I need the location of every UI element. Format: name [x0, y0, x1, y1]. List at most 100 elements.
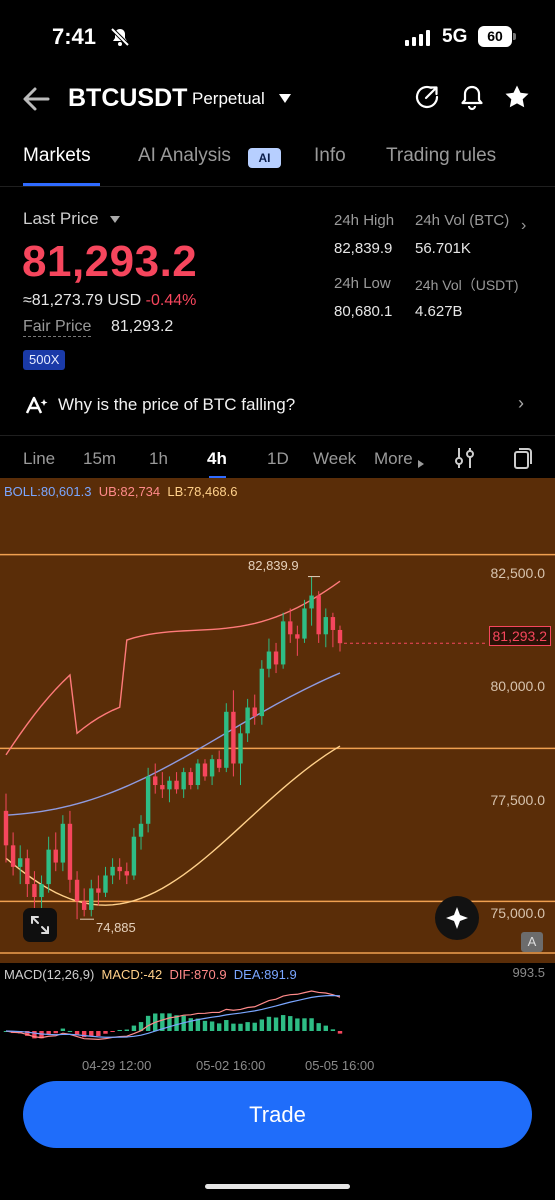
macd-histogram-bar: [209, 1021, 215, 1031]
x-tick-label: 04-29 12:00: [82, 1058, 152, 1073]
candle-body: [288, 621, 293, 635]
candle-body: [330, 617, 336, 630]
boll-lb: LB:78,468.6: [167, 484, 238, 499]
candle-body: [188, 772, 193, 786]
candle-body: [96, 888, 101, 893]
active-tab-indicator: [23, 183, 100, 186]
tab-trading-rules[interactable]: Trading rules: [386, 145, 496, 167]
back-arrow-icon[interactable]: [20, 83, 52, 120]
tab-info[interactable]: Info: [314, 145, 346, 167]
status-time: 7:41: [52, 24, 97, 49]
candle-body: [117, 866, 122, 872]
macd-histogram-bar: [67, 1030, 73, 1032]
macd-histogram-bar: [53, 1031, 58, 1034]
interval-week[interactable]: Week: [313, 449, 356, 469]
bell-icon[interactable]: [458, 83, 486, 116]
boll-value: BOLL:80,601.3: [4, 484, 92, 499]
macd-params: MACD(12,26,9): [4, 967, 95, 982]
candle-body: [74, 879, 80, 902]
interval-line[interactable]: Line: [23, 449, 55, 469]
high-value: 82,839.9: [334, 240, 393, 257]
candle-body: [316, 595, 321, 635]
price-insight-row[interactable]: Why is the price of BTC falling? ›: [0, 385, 555, 427]
y-tick-label: 80,000.0: [490, 678, 546, 694]
candle-body: [337, 629, 343, 644]
tab-ai-analysis[interactable]: AI Analysis: [138, 145, 231, 167]
change-percent: -0.44%: [145, 292, 197, 309]
candle-body: [309, 595, 314, 609]
symbol-dropdown-icon[interactable]: [279, 94, 291, 103]
candle-body: [202, 763, 208, 777]
candle-body: [280, 621, 286, 665]
bell-off-icon: [110, 27, 130, 52]
home-indicator: [205, 1184, 350, 1189]
candle-body: [295, 634, 300, 639]
candle-body: [231, 711, 236, 764]
interval-more[interactable]: More: [374, 449, 413, 469]
macd-panel[interactable]: MACD(12,26,9) MACD:-42 DIF:870.9 DEA:891…: [0, 963, 555, 1073]
high-label: 24h High: [334, 212, 395, 229]
high-annotation: 82,839.9: [248, 558, 299, 573]
candle-body: [273, 651, 279, 665]
candlestick-chart[interactable]: BOLL:80,601.3 UB:82,734 LB:78,468.6 82,5…: [0, 478, 555, 963]
boll-mid-line: [5, 672, 341, 816]
top-nav: BTCUSDT Perpetual: [0, 75, 555, 123]
contract-type[interactable]: Perpetual: [192, 89, 265, 109]
candlestick-chart-svg[interactable]: [0, 478, 555, 963]
macd-histogram-bar: [295, 1018, 300, 1031]
interval-1h[interactable]: 1h: [149, 449, 168, 469]
candle-body: [216, 759, 222, 768]
candle-body: [138, 823, 144, 837]
auto-scale-badge[interactable]: A: [521, 932, 543, 952]
boll-legend: BOLL:80,601.3 UB:82,734 LB:78,468.6: [4, 484, 238, 499]
copy-icon[interactable]: [512, 446, 534, 475]
vol-btc-label[interactable]: 24h Vol (BTC): [415, 212, 509, 229]
candle-body: [46, 849, 51, 885]
chevron-right-icon[interactable]: ›: [518, 393, 524, 414]
candle-body: [25, 858, 30, 885]
macd-histogram-bar: [309, 1018, 314, 1031]
macd-histogram-bar: [110, 1031, 115, 1032]
candle-body: [266, 651, 272, 669]
interval-1d[interactable]: 1D: [267, 449, 289, 469]
macd-histogram-bar: [202, 1020, 208, 1031]
volume-chevron-icon[interactable]: ›: [521, 217, 526, 235]
expand-icon: [31, 916, 49, 934]
last-price-label[interactable]: Last Price: [23, 209, 99, 229]
signal-icon: [405, 30, 430, 46]
current-price-tag: 81,293.2: [488, 626, 551, 646]
star-icon[interactable]: [503, 83, 531, 116]
fair-price-label[interactable]: Fair Price: [23, 318, 92, 337]
trade-button[interactable]: Trade: [23, 1081, 532, 1148]
x-tick-label: 05-02 16:00: [196, 1058, 266, 1073]
candle-body: [110, 866, 115, 876]
boll-upper-line: [5, 580, 341, 756]
ai-assist-button[interactable]: [435, 896, 479, 940]
candle-body: [60, 823, 66, 863]
candle-body: [67, 823, 73, 880]
candle-body: [3, 810, 9, 846]
insight-question[interactable]: Why is the price of BTC falling?: [58, 395, 295, 415]
indicator-settings-icon[interactable]: [454, 446, 476, 475]
symbol-title[interactable]: BTCUSDT: [68, 84, 187, 113]
macd-histogram-bar: [238, 1023, 243, 1031]
macd-histogram-bar: [330, 1029, 336, 1031]
share-icon[interactable]: [413, 83, 441, 116]
interval-4h[interactable]: 4h: [207, 449, 227, 469]
macd-histogram-bar: [96, 1031, 101, 1036]
dif-value: DIF:870.9: [169, 967, 227, 982]
boll-lower-line: [5, 745, 341, 906]
macd-histogram-bar: [316, 1023, 321, 1031]
low-value: 80,680.1: [334, 303, 393, 320]
fullscreen-button[interactable]: [23, 908, 57, 942]
network-type: 5G: [442, 26, 468, 47]
macd-histogram-bar: [216, 1023, 222, 1031]
ai-logo-icon: [25, 395, 49, 420]
interval-15m[interactable]: 15m: [83, 449, 116, 469]
low-annotation: 74,885: [96, 920, 136, 935]
tab-markets[interactable]: Markets: [23, 145, 91, 167]
candle-body: [103, 875, 108, 893]
price-type-dropdown-icon[interactable]: [110, 216, 120, 223]
candle-body: [323, 617, 328, 635]
candle-body: [10, 845, 16, 867]
